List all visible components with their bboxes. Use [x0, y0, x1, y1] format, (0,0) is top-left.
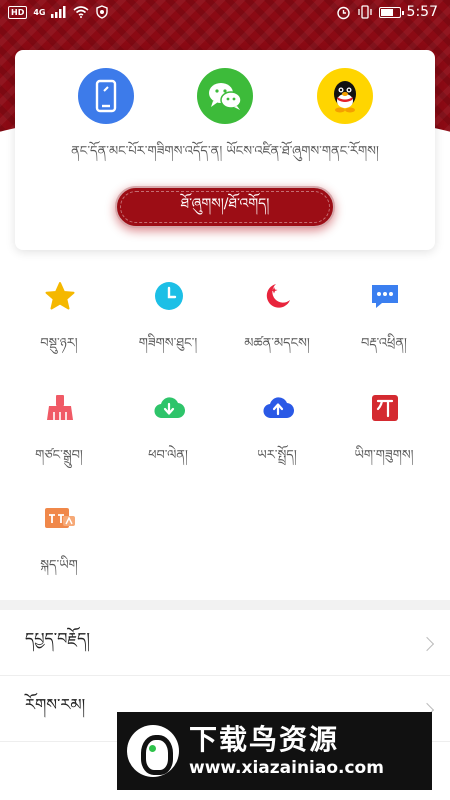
menu-label: ཡར་སྤྲོད། — [257, 448, 297, 463]
wifi-icon — [73, 6, 90, 18]
login-register-button[interactable]: ཐོ་ཞུགས།/ཐོ་འགོད། — [115, 186, 335, 228]
phone-icon — [95, 79, 117, 113]
broom-icon — [47, 395, 73, 420]
menu-label: བསྡུ་ཉར། — [40, 336, 78, 351]
menu-item-history[interactable]: གཟིགས་ཐུང་། — [112, 270, 224, 360]
wechat-icon — [209, 83, 242, 110]
watermark-url: www.xiazainiao.com — [189, 758, 384, 778]
menu-label: གཙང་སྒྲུབ། — [35, 448, 83, 463]
network-type: 4G — [33, 7, 46, 17]
chevron-right-icon — [419, 636, 435, 651]
menu-label: ཕབ་ལེན། — [148, 448, 188, 463]
section-divider — [0, 600, 450, 610]
qq-login-button[interactable] — [317, 68, 373, 124]
menu-label: བརྡ་འཕྲིན། — [361, 336, 407, 351]
list-item-label: དཔྱད་བརྗོད། — [25, 629, 90, 648]
login-caption: ནང་དོན་མང་པོར་གཟིགས་འདོད་ན། ཡོངས་འཛིན་ཐོ… — [71, 144, 379, 159]
status-time: 5:57 — [406, 4, 438, 20]
menu-label: སྐད་ཡིག — [40, 558, 78, 573]
vibrate-icon — [357, 5, 372, 19]
battery-icon — [378, 6, 404, 18]
menu-item-night-mode[interactable]: མཚན་མདངས། — [221, 270, 333, 360]
menu-item-upload[interactable]: ཡར་སྤྲོད། — [221, 382, 333, 472]
watermark-title: 下载鸟资源 — [189, 723, 340, 756]
font-icon — [372, 395, 398, 421]
menu-item-favorites[interactable]: བསྡུ་ཉར། — [3, 270, 115, 360]
star-icon — [45, 282, 75, 310]
alarm-icon — [336, 6, 350, 19]
menu-item-font[interactable]: ཡིག་གཟུགས། — [328, 382, 440, 472]
bird-logo-icon — [127, 725, 179, 777]
watermark-overlay: 下载鸟资源 www.xiazainiao.com — [117, 712, 432, 790]
hd-badge: HD — [8, 5, 28, 19]
menu-item-messages[interactable]: བརྡ་འཕྲིན། — [328, 270, 440, 360]
moon-icon — [266, 284, 290, 308]
menu-item-clean[interactable]: གཙང་སྒྲུབ། — [3, 382, 115, 472]
language-icon — [45, 508, 75, 528]
menu-label: ཡིག་གཟུགས། — [354, 448, 414, 463]
status-bar: HD 4G 5:57 — [0, 0, 450, 24]
menu-item-download[interactable]: ཕབ་ལེན། — [112, 382, 224, 472]
menu-item-language[interactable]: སྐད་ཡིག — [3, 492, 115, 582]
clock-icon — [155, 282, 183, 310]
qq-icon — [334, 81, 356, 113]
cloud-upload-icon — [263, 397, 294, 419]
wechat-login-button[interactable] — [197, 68, 253, 124]
message-icon — [372, 285, 398, 308]
cloud-download-icon — [154, 397, 185, 419]
login-card: ནང་དོན་མང་པོར་གཟིགས་འདོད་ན། ཡོངས་འཛིན་ཐོ… — [15, 50, 435, 250]
signal-icon — [51, 6, 66, 18]
list-item-label: རོགས་རམ། — [25, 695, 86, 714]
list-item-feedback[interactable]: དཔྱད་བརྗོད། — [0, 612, 450, 676]
menu-label: མཚན་མདངས། — [244, 336, 310, 351]
phone-login-button[interactable] — [78, 68, 134, 124]
shield-icon — [96, 5, 109, 19]
menu-label: གཟིགས་ཐུང་། — [138, 336, 198, 351]
